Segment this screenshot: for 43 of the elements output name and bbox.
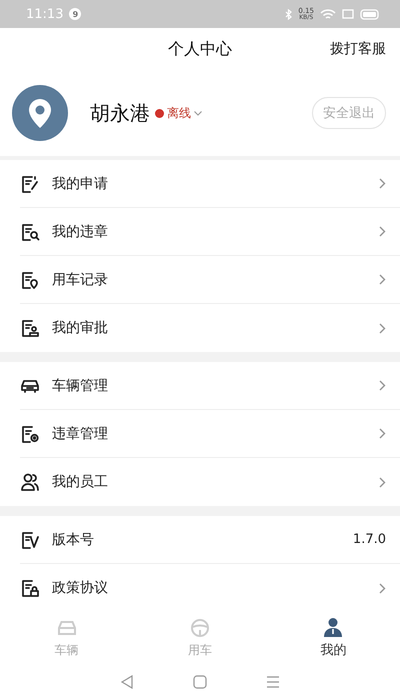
- form-edit-icon: [20, 174, 40, 194]
- document-gear-icon: [20, 424, 40, 444]
- page-title: 个人中心: [168, 38, 232, 60]
- chevron-right-icon: [379, 380, 386, 391]
- notification-badge: 9: [69, 8, 82, 20]
- menu-item[interactable]: 我的申请: [20, 160, 400, 208]
- location-pin-avatar-icon: [12, 85, 68, 141]
- menu-item[interactable]: 用车记录: [20, 256, 400, 304]
- document-lock-icon: [20, 578, 40, 598]
- menu-item[interactable]: 版本号 1.7.0: [20, 516, 400, 564]
- menu-item[interactable]: 违章管理: [20, 410, 400, 458]
- tab[interactable]: 我的: [266, 612, 400, 664]
- call-service-button[interactable]: 拨打客服: [330, 40, 386, 58]
- caret-icon: [194, 110, 202, 116]
- menu-item[interactable]: 我的员工: [20, 458, 400, 506]
- menu-item[interactable]: 我的违章: [20, 208, 400, 256]
- user-name: 胡永港: [90, 100, 150, 126]
- screen-icon: [342, 9, 354, 19]
- users-icon: [20, 472, 40, 492]
- chevron-right-icon: [379, 178, 386, 189]
- home-icon[interactable]: [192, 675, 207, 689]
- chevron-right-icon: [379, 428, 386, 439]
- battery-icon: [360, 8, 380, 20]
- back-icon[interactable]: [120, 675, 134, 689]
- document-search-icon: [20, 222, 40, 242]
- chevron-right-icon: [379, 226, 386, 237]
- menu-item[interactable]: 车辆管理: [20, 362, 400, 410]
- chevron-right-icon: [379, 274, 386, 285]
- person-icon: [322, 617, 344, 637]
- document-pin-icon: [20, 270, 40, 290]
- document-user-icon: [20, 318, 40, 338]
- wifi-icon: [320, 8, 336, 20]
- steering-wheel-icon: [188, 618, 211, 638]
- chevron-right-icon: [379, 582, 386, 594]
- menu-item[interactable]: 政策协议: [20, 564, 400, 612]
- chevron-right-icon: [379, 476, 386, 488]
- document-check-icon: [20, 530, 40, 550]
- bluetooth-icon: [285, 8, 292, 20]
- menu-icon[interactable]: [266, 676, 280, 688]
- version-number: 1.7.0: [352, 532, 386, 547]
- chevron-right-icon: [379, 322, 386, 334]
- status-dropdown[interactable]: 离线: [155, 104, 202, 122]
- menu-item[interactable]: 我的审批: [20, 304, 400, 352]
